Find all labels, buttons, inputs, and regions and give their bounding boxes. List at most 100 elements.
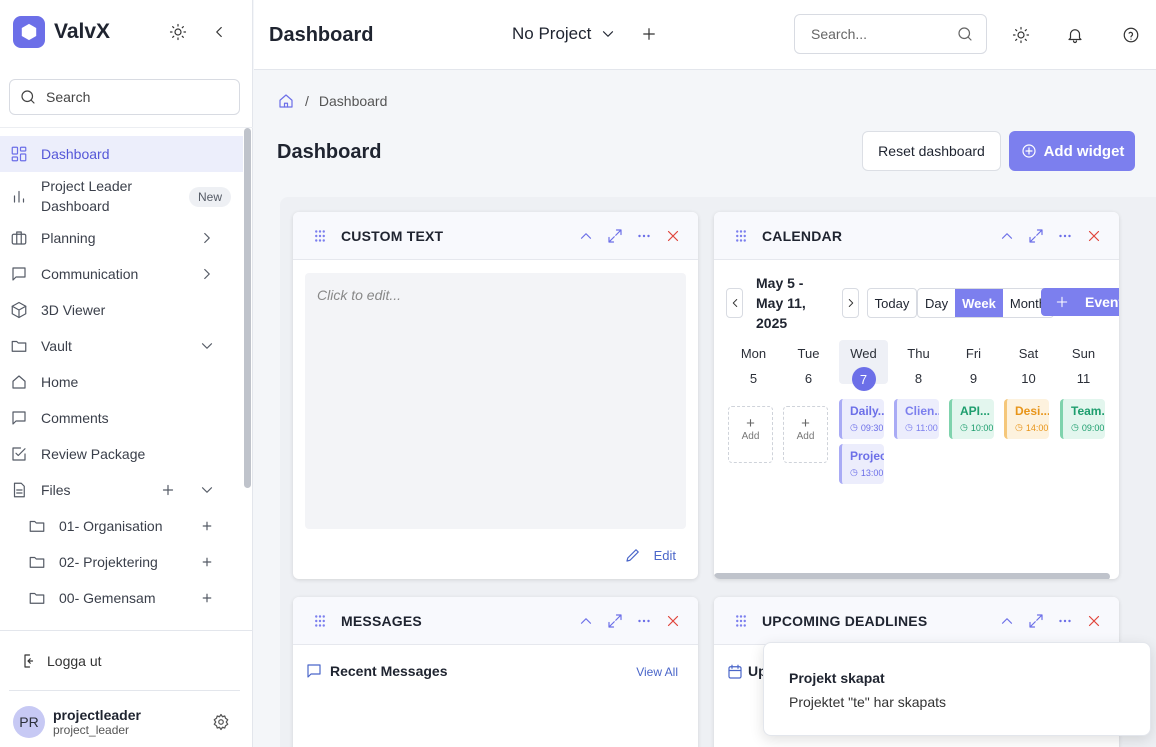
header-search-input[interactable]: Search... — [794, 14, 987, 54]
chevron-down-icon[interactable] — [198, 481, 216, 499]
sidebar: ValvX Search Dashboard Project Leader Da… — [0, 0, 253, 747]
add-event-slot[interactable]: + Add — [728, 406, 773, 463]
expand-icon[interactable] — [606, 227, 624, 245]
add-event-button[interactable]: Event — [1041, 288, 1119, 316]
close-icon[interactable] — [664, 227, 682, 245]
chevron-up-icon[interactable] — [998, 612, 1016, 630]
calendar-day[interactable]: Thu 8 — [891, 346, 946, 386]
sidebar-item-planning[interactable]: Planning — [0, 220, 243, 256]
chevron-up-icon[interactable] — [577, 227, 595, 245]
theme-toggle-icon[interactable] — [169, 23, 187, 41]
sidebar-search[interactable]: Search — [9, 79, 240, 115]
sidebar-scrollbar[interactable] — [244, 128, 251, 488]
sidebar-item-files[interactable]: Files — [0, 472, 243, 508]
sidebar-item-project-leader-dashboard[interactable]: Project Leader Dashboard New — [0, 172, 243, 220]
page-title: Dashboard — [277, 141, 382, 163]
add-event-slot[interactable]: + Add — [783, 406, 828, 463]
widget-title: CALENDAR — [762, 227, 843, 244]
more-icon[interactable] — [635, 612, 653, 630]
sidebar-item-label: Communication — [41, 266, 139, 282]
view-week-button[interactable]: Week — [955, 289, 1003, 317]
collapse-sidebar-icon[interactable] — [210, 23, 228, 41]
view-day-button[interactable]: Day — [918, 289, 955, 317]
calendar-event[interactable]: API... ◷ 10:00 — [949, 399, 994, 439]
drag-handle-icon[interactable] — [732, 227, 750, 245]
expand-icon[interactable] — [606, 612, 624, 630]
sidebar-item-3d-viewer[interactable]: 3D Viewer — [0, 292, 243, 328]
checkbox-icon — [12, 447, 26, 461]
expand-icon[interactable] — [1027, 227, 1045, 245]
close-icon[interactable] — [1085, 227, 1103, 245]
sidebar-item-label: Planning — [41, 230, 96, 246]
more-icon[interactable] — [1056, 612, 1074, 630]
calendar-event[interactable]: Team... ◷09:00 — [1060, 399, 1105, 439]
user-profile[interactable]: PR projectleader project_leader — [13, 706, 141, 738]
chevron-up-icon[interactable] — [577, 612, 595, 630]
widget-header[interactable]: CUSTOM TEXT — [293, 212, 698, 260]
custom-text-editor[interactable]: Click to edit... — [305, 273, 686, 529]
brand[interactable]: ValvX — [13, 16, 110, 48]
settings-gear-icon[interactable] — [212, 713, 230, 731]
add-widget-button[interactable]: Add widget — [1009, 131, 1135, 171]
drag-handle-icon[interactable] — [311, 612, 329, 630]
today-button[interactable]: Today — [867, 288, 917, 318]
next-week-button[interactable] — [842, 288, 859, 318]
folder-label: 01- Organisation — [59, 518, 163, 534]
sidebar-item-review-package[interactable]: Review Package — [0, 436, 243, 472]
bell-icon[interactable] — [1066, 26, 1084, 44]
chevron-up-icon[interactable] — [998, 227, 1016, 245]
help-icon[interactable] — [1122, 26, 1140, 44]
widget-header[interactable]: UPCOMING DEADLINES — [714, 597, 1119, 645]
home-icon[interactable] — [277, 92, 295, 110]
calendar-event[interactable]: Daily... ◷09:30 — [839, 399, 884, 439]
folder-item[interactable]: 00- Gemensam — [0, 580, 243, 616]
sidebar-item-vault[interactable]: Vault — [0, 328, 243, 364]
close-icon[interactable] — [664, 612, 682, 630]
sidebar-item-comments[interactable]: Comments — [0, 400, 243, 436]
day-name: Tue — [797, 346, 820, 361]
calendar-horizontal-scrollbar[interactable] — [714, 573, 1110, 579]
drag-handle-icon[interactable] — [311, 227, 329, 245]
sidebar-item-label: Home — [41, 374, 79, 390]
clock-icon: ◷ — [960, 422, 968, 432]
clock-icon: ◷ — [1015, 422, 1023, 432]
sidebar-item-home[interactable]: Home — [0, 364, 243, 400]
recent-messages-label: Recent Messages — [330, 663, 448, 679]
sidebar-item-communication[interactable]: Communication — [0, 256, 243, 292]
folder-item[interactable]: 01- Organisation — [0, 508, 243, 544]
more-icon[interactable] — [1056, 227, 1074, 245]
widget-header[interactable]: CALENDAR — [714, 212, 1119, 260]
theme-sun-icon[interactable] — [1012, 26, 1030, 44]
calendar-event[interactable]: Project ◷13:00 — [839, 444, 884, 484]
plus-icon[interactable] — [159, 481, 177, 499]
view-all-link[interactable]: View All — [636, 665, 678, 679]
plus-icon[interactable] — [198, 553, 216, 571]
calendar-day-today[interactable]: Wed 7 — [839, 340, 888, 391]
folder-item[interactable]: 02- Projektering — [0, 544, 243, 580]
close-icon[interactable] — [1085, 612, 1103, 630]
expand-icon[interactable] — [1027, 612, 1045, 630]
plus-icon[interactable] — [198, 517, 216, 535]
logout-button[interactable]: Logga ut — [22, 652, 102, 670]
prev-week-button[interactable] — [726, 288, 743, 318]
sidebar-item-dashboard[interactable]: Dashboard — [0, 136, 243, 172]
day-date: 8 — [914, 371, 923, 386]
notification-toast[interactable]: Projekt skapat Projektet "te" har skapat… — [763, 642, 1151, 736]
plus-icon[interactable] — [198, 589, 216, 607]
widget-header[interactable]: MESSAGES — [293, 597, 698, 645]
calendar-event[interactable]: Clien... ◷11:00 — [894, 399, 939, 439]
calendar-day[interactable]: Sat 10 — [1001, 346, 1056, 386]
edit-button[interactable]: Edit — [624, 546, 676, 564]
drag-handle-icon[interactable] — [732, 612, 750, 630]
more-icon[interactable] — [635, 227, 653, 245]
reset-dashboard-button[interactable]: Reset dashboard — [862, 131, 1001, 171]
calendar-day[interactable]: Fri 9 — [946, 346, 1001, 386]
calendar-day[interactable]: Tue 6 — [781, 346, 836, 386]
calendar-event[interactable]: Desi... ◷ 14:00 — [1004, 399, 1049, 439]
project-selector[interactable]: No Project — [512, 24, 617, 44]
calendar-day[interactable]: Sun 11 — [1056, 346, 1111, 386]
calendar-day[interactable]: Mon 5 — [726, 346, 781, 386]
event-time: 13:00 — [860, 467, 884, 478]
breadcrumb-current[interactable]: Dashboard — [319, 93, 388, 109]
add-project-plus-icon[interactable] — [640, 25, 658, 43]
